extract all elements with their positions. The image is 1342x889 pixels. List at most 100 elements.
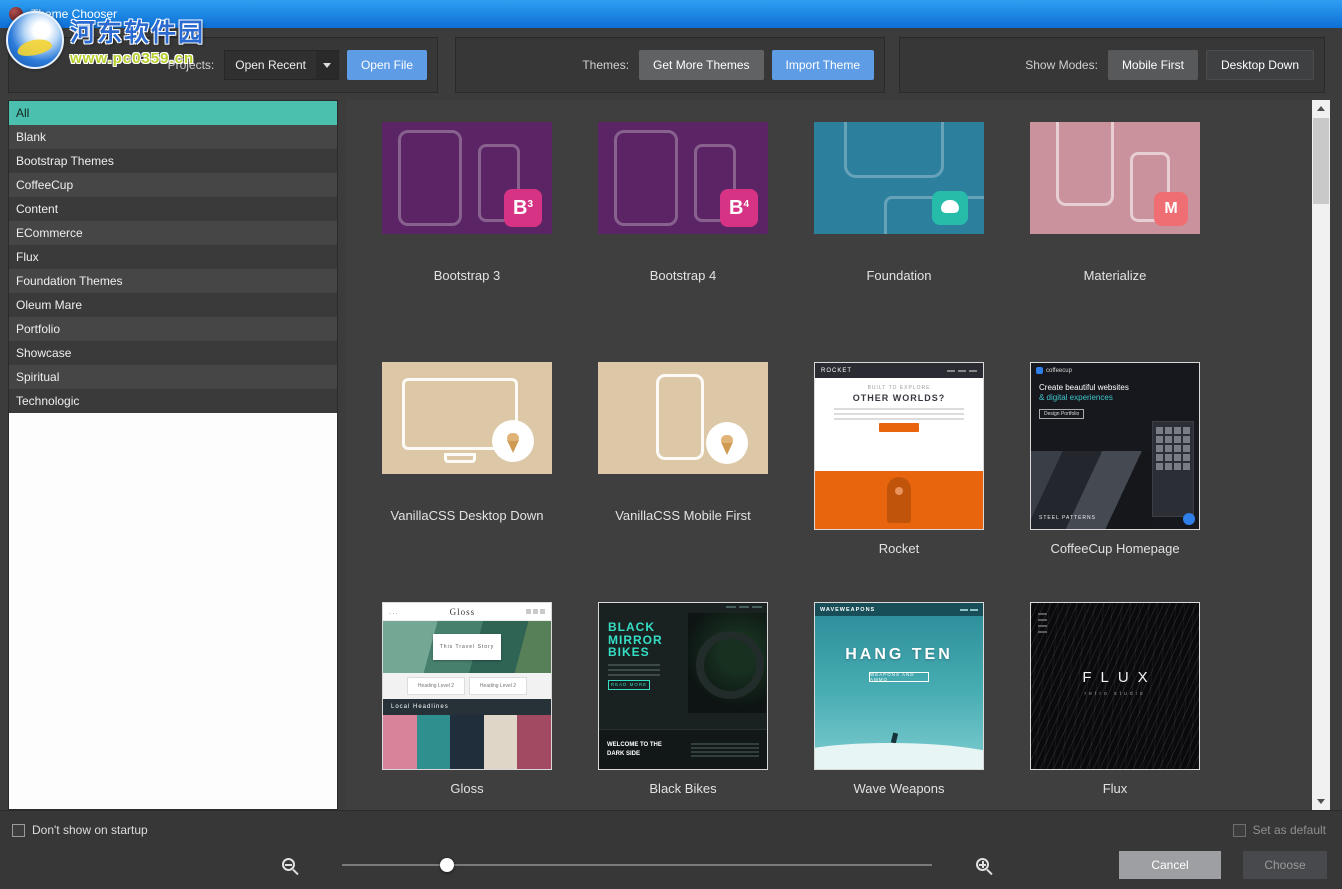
- social-icons-decoration: [526, 609, 545, 614]
- theme-thumbnail-vanillacss-desktop: [382, 362, 552, 474]
- menu-lines-decoration: [1038, 613, 1047, 637]
- choose-button[interactable]: Choose: [1243, 851, 1327, 879]
- sidebar-item-technologic[interactable]: Technologic: [9, 389, 337, 413]
- theme-card-gloss[interactable]: ... Gloss This Travel Story Heading Leve…: [359, 602, 575, 796]
- sidebar-item-spiritual[interactable]: Spiritual: [9, 365, 337, 389]
- tablet-outline-icon: [614, 130, 678, 226]
- slider-thumb[interactable]: [440, 858, 454, 872]
- set-default-label: Set as default: [1253, 823, 1326, 837]
- foundation-yeti-icon: [932, 191, 968, 225]
- bootstrap-logo-icon: B4: [720, 189, 758, 227]
- text-lines-decoration: [691, 741, 759, 759]
- surfer-decoration: [891, 733, 898, 744]
- window-title: Theme Chooser: [31, 7, 117, 21]
- rocket-hero-section: [815, 471, 983, 529]
- sidebar-item-flux[interactable]: Flux: [9, 245, 337, 269]
- theme-card-coffeecup-homepage[interactable]: coffeecup Create beautiful websites & di…: [1007, 362, 1223, 602]
- theme-name: Foundation: [866, 268, 931, 283]
- sidebar-item-foundation-themes[interactable]: Foundation Themes: [9, 269, 337, 293]
- blue-badge-icon: [1183, 513, 1195, 525]
- phone-outline-icon: [656, 374, 704, 460]
- set-default-checkbox[interactable]: [1233, 824, 1246, 837]
- scroll-up-button[interactable]: [1312, 100, 1330, 117]
- theme-thumbnail-coffeecup: coffeecup Create beautiful websites & di…: [1030, 362, 1200, 530]
- theme-thumbnail-black-bikes: BLACK MIRROR BIKES READ MORE WELCOME TO …: [598, 602, 768, 770]
- sidebar-item-oleum-mare[interactable]: Oleum Mare: [9, 293, 337, 317]
- dont-show-checkbox[interactable]: [12, 824, 25, 837]
- theme-card-rocket[interactable]: ROCKET BUILT TO EXPLORE OTHER WORLDS? Ro…: [791, 362, 1007, 602]
- pattern-grid-decoration: [1156, 427, 1190, 470]
- theme-thumbnail-foundation: [814, 122, 984, 234]
- open-file-button[interactable]: Open File: [347, 50, 427, 80]
- line-pattern-decoration: [1031, 603, 1199, 769]
- theme-card-foundation[interactable]: Foundation: [791, 122, 1007, 362]
- sidebar-item-ecommerce[interactable]: ECommerce: [9, 221, 337, 245]
- thumb-footer-section: WELCOME TO THE DARK SIDE: [599, 729, 767, 769]
- menu-lines-decoration: [947, 370, 977, 372]
- ice-cream-icon: [706, 422, 748, 464]
- footer-bar: Don't show on startup Set as default Can…: [0, 810, 1342, 889]
- import-theme-button[interactable]: Import Theme: [772, 50, 874, 80]
- mosaic-decoration: [383, 715, 551, 769]
- pattern-panel: [1152, 421, 1194, 517]
- zoom-out-icon[interactable]: [282, 858, 295, 871]
- get-more-themes-button[interactable]: Get More Themes: [639, 50, 763, 80]
- thumb-button-decoration: [879, 423, 919, 432]
- theme-card-vanillacss-mobile-first[interactable]: VanillaCSS Mobile First: [575, 362, 791, 602]
- scroll-down-button[interactable]: [1312, 793, 1330, 810]
- text-lines-decoration: [608, 664, 660, 676]
- theme-card-wave-weapons[interactable]: WAVEWEAPONS HANG TEN WEAPONS AND AMMO Wa…: [791, 602, 1007, 796]
- mobile-first-button[interactable]: Mobile First: [1108, 50, 1198, 80]
- sidebar-item-content[interactable]: Content: [9, 197, 337, 221]
- sidebar-item-bootstrap-themes[interactable]: Bootstrap Themes: [9, 149, 337, 173]
- slider-track[interactable]: [342, 864, 932, 866]
- theme-grid: B3 Bootstrap 3 B4 Bootstrap 4 Foundation: [346, 100, 1312, 810]
- scrollbar-thumb[interactable]: [1313, 118, 1329, 204]
- zoom-slider[interactable]: [342, 855, 932, 875]
- desktop-down-button[interactable]: Desktop Down: [1206, 50, 1314, 80]
- menu-lines-decoration: [960, 609, 978, 611]
- bootstrap-logo-icon: B3: [504, 189, 542, 227]
- show-modes-group: Show Modes: Mobile First Desktop Down: [899, 37, 1325, 93]
- sidebar-item-coffeecup[interactable]: CoffeeCup: [9, 173, 337, 197]
- dont-show-label: Don't show on startup: [32, 823, 148, 837]
- sidebar-item-blank[interactable]: Blank: [9, 125, 337, 149]
- ice-cream-icon: [492, 420, 534, 462]
- category-list: All Blank Bootstrap Themes CoffeeCup Con…: [8, 100, 338, 810]
- monitor-stand-icon: [444, 453, 476, 463]
- text-lines-decoration: [834, 408, 964, 420]
- sidebar-item-showcase[interactable]: Showcase: [9, 341, 337, 365]
- themes-label: Themes:: [582, 58, 629, 72]
- open-recent-dropdown[interactable]: Open Recent: [224, 50, 339, 80]
- thumb-navbar: ... Gloss: [383, 603, 551, 621]
- open-recent-label: Open Recent: [225, 51, 316, 79]
- theme-thumbnail-flux: FLUX retro studio: [1030, 602, 1200, 770]
- materialize-logo-icon: M: [1154, 192, 1188, 226]
- theme-name: Wave Weapons: [853, 781, 944, 796]
- show-modes-label: Show Modes:: [1025, 58, 1098, 72]
- theme-name: Bootstrap 4: [650, 268, 717, 283]
- theme-name: Gloss: [450, 781, 483, 796]
- theme-card-vanillacss-desktop-down[interactable]: VanillaCSS Desktop Down: [359, 362, 575, 602]
- scrollbar[interactable]: [1312, 100, 1330, 810]
- sidebar-item-portfolio[interactable]: Portfolio: [9, 317, 337, 341]
- theme-thumbnail-materialize: M: [1030, 122, 1200, 234]
- theme-card-materialize[interactable]: M Materialize: [1007, 122, 1223, 362]
- theme-card-bootstrap-3[interactable]: B3 Bootstrap 3: [359, 122, 575, 362]
- dont-show-on-startup: Don't show on startup: [12, 823, 148, 837]
- set-as-default: Set as default: [1233, 823, 1326, 837]
- cancel-button[interactable]: Cancel: [1119, 851, 1221, 879]
- rocket-illustration: [887, 477, 911, 523]
- menu-lines-decoration: [599, 603, 767, 613]
- theme-card-bootstrap-4[interactable]: B4 Bootstrap 4: [575, 122, 791, 362]
- theme-card-black-bikes[interactable]: BLACK MIRROR BIKES READ MORE WELCOME TO …: [575, 602, 791, 796]
- thumb-heading: BLACK MIRROR BIKES: [608, 621, 767, 659]
- sidebar-item-all[interactable]: All: [9, 101, 337, 125]
- theme-name: Flux: [1103, 781, 1128, 796]
- theme-name: Bootstrap 3: [434, 268, 501, 283]
- theme-name: Materialize: [1084, 268, 1147, 283]
- theme-thumbnail-rocket: ROCKET BUILT TO EXPLORE OTHER WORLDS?: [814, 362, 984, 530]
- coffeecup-logo-icon: [1036, 367, 1043, 374]
- theme-card-flux[interactable]: FLUX retro studio Flux: [1007, 602, 1223, 796]
- zoom-in-icon[interactable]: [976, 858, 989, 871]
